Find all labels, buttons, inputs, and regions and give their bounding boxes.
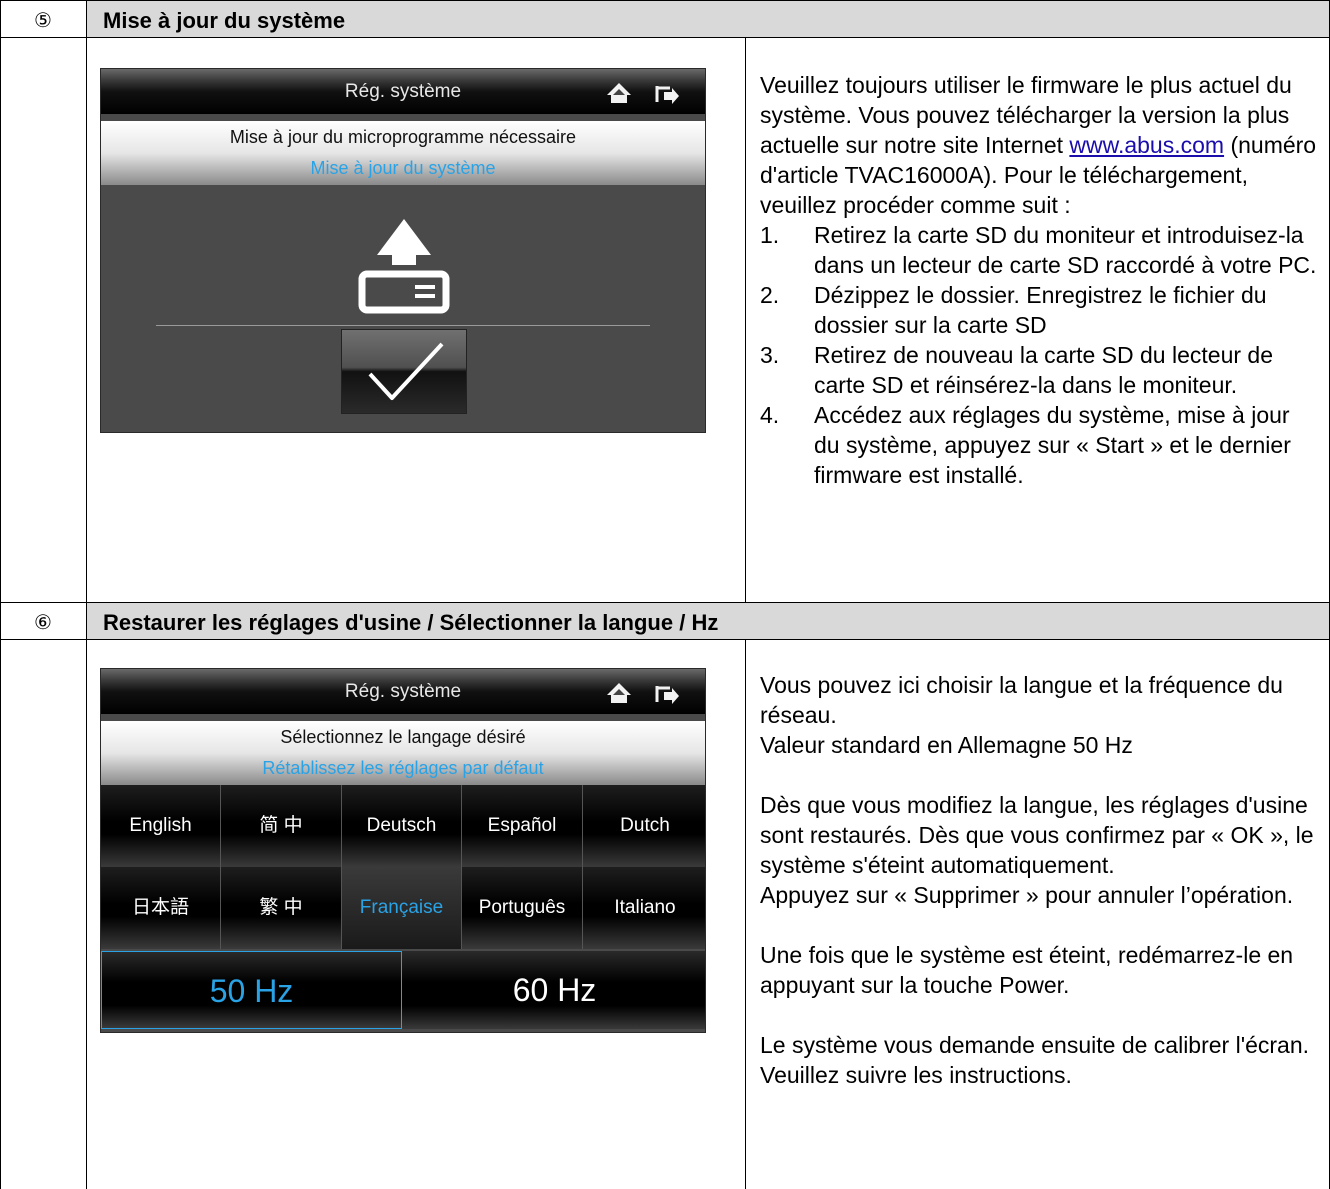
- confirm-button[interactable]: [341, 329, 467, 414]
- list-item: 3. Retirez de nouveau la carte SD du lect…: [760, 340, 1320, 400]
- table-border: [745, 37, 746, 602]
- list-item: 2. Dézippez le dossier. Enregistrez le fi…: [760, 280, 1320, 340]
- step-number: 3.: [760, 342, 780, 368]
- section-number: ⑤: [34, 8, 52, 32]
- device-screen-update: Rég. système Mise à jour du microprogram…: [100, 68, 706, 433]
- step-number: 4.: [760, 402, 780, 428]
- table-border-left: [0, 0, 1, 1189]
- table-border: [0, 37, 1330, 38]
- language-option-espanol[interactable]: Español: [462, 785, 583, 867]
- frequency-50hz-button[interactable]: 50 Hz: [101, 951, 402, 1029]
- exit-icon[interactable]: [654, 682, 680, 706]
- screen-info-band: Mise à jour du microprogramme nécessaire…: [101, 121, 705, 185]
- language-option-simplified-chinese[interactable]: 简 中: [221, 785, 342, 867]
- section-description: Veuillez toujours utiliser le firmware l…: [760, 70, 1320, 490]
- language-option-francaise[interactable]: Française: [342, 867, 462, 949]
- step-text: Retirez la carte SD du moniteur et intro…: [814, 222, 1317, 278]
- step-number: 2.: [760, 282, 780, 308]
- table-border: [86, 0, 87, 1189]
- list-item: 4. Accédez aux réglages du système, mise …: [760, 400, 1320, 490]
- language-option-english[interactable]: English: [101, 785, 221, 867]
- screen-info-band: Sélectionnez le langage désiré Rétabliss…: [101, 721, 705, 785]
- steps-list: 1. Retirez la carte SD du moniteur et int…: [760, 220, 1320, 490]
- description-paragraph: Valeur standard en Allemagne 50 Hz: [760, 732, 1133, 758]
- section-title: Restaurer les réglages d'usine / Sélecti…: [103, 610, 719, 635]
- section-header: Mise à jour du système: [87, 1, 1329, 37]
- language-option-japanese[interactable]: 日本語: [101, 867, 221, 949]
- upload-arrow-icon: [358, 219, 450, 314]
- home-icon[interactable]: [606, 681, 632, 705]
- table-border: [745, 639, 746, 1189]
- description-paragraph: Une fois que le système est éteint, redé…: [760, 942, 1294, 998]
- language-option-dutch[interactable]: Dutch: [583, 785, 705, 867]
- screen-line-secondary[interactable]: Mise à jour du système: [101, 158, 705, 179]
- screen-line-primary: Mise à jour du microprogramme nécessaire: [229, 127, 577, 147]
- section-description: Vous pouvez ici choisir la langue et la …: [760, 670, 1320, 1090]
- home-icon[interactable]: [606, 81, 632, 105]
- step-text: Retirez de nouveau la carte SD du lecteu…: [814, 342, 1273, 398]
- language-option-italiano[interactable]: Italiano: [583, 867, 705, 949]
- screen-line-primary: Sélectionnez le langage désiré: [280, 727, 526, 747]
- restore-defaults-link[interactable]: Rétablissez les réglages par défaut: [101, 758, 705, 779]
- screen-header: Rég. système: [101, 69, 705, 114]
- description-paragraph: Veuillez toujours utiliser le firmware l…: [760, 70, 1320, 220]
- step-text: Accédez aux réglages du système, mise à …: [814, 402, 1291, 488]
- description-paragraph: Appuyez sur « Supprimer » pour annuler l…: [760, 882, 1294, 908]
- table-border: [0, 639, 1330, 640]
- language-option-traditional-chinese[interactable]: 繁 中: [221, 867, 342, 949]
- section-header: Restaurer les réglages d'usine / Sélecti…: [87, 603, 1329, 639]
- checkmark-icon: [368, 342, 444, 400]
- language-option-portugues[interactable]: Português: [462, 867, 583, 949]
- section-title: Mise à jour du système: [103, 8, 346, 33]
- list-item: 1. Retirez la carte SD du moniteur et int…: [760, 220, 1320, 280]
- description-paragraph: Vous pouvez ici choisir la langue et la …: [760, 672, 1283, 728]
- screen-header: Rég. système: [101, 669, 705, 714]
- exit-icon[interactable]: [654, 82, 680, 106]
- description-paragraph: Le système vous demande ensuite de calib…: [760, 1032, 1310, 1088]
- screen-divider: [156, 325, 650, 326]
- section-number: ⑥: [34, 610, 52, 634]
- step-number: 1.: [760, 222, 780, 248]
- language-option-deutsch[interactable]: Deutsch: [342, 785, 462, 867]
- device-screen-language: Rég. système Sélectionnez le langage dés…: [100, 668, 706, 1033]
- frequency-60hz-button[interactable]: 60 Hz: [402, 951, 705, 1029]
- step-text: Dézippez le dossier. Enregistrez le fich…: [814, 282, 1267, 338]
- description-paragraph: Dès que vous modifiez la langue, les rég…: [760, 792, 1314, 878]
- website-link[interactable]: www.abus.com: [1069, 132, 1224, 158]
